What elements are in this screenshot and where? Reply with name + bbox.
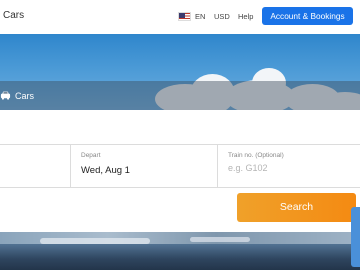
top-navigation-bar: Cars EN USD Help Account & Bookings [0,0,360,34]
nav-link-cars[interactable]: Cars [3,10,24,21]
train-number-field[interactable]: Train no. (Optional) [218,145,360,187]
product-tab-strip: Cars [0,81,360,110]
search-form: Depart Wed, Aug 1 Train no. (Optional) [0,144,360,188]
origin-field[interactable] [0,145,71,187]
language-selector[interactable]: EN [195,12,205,21]
train-number-label: Train no. (Optional) [228,152,284,159]
car-icon [0,91,11,100]
tab-cars[interactable]: Cars [15,91,34,101]
scenic-background-image [0,232,360,270]
feedback-side-tab[interactable] [351,207,360,267]
train-number-input[interactable] [228,163,348,173]
currency-selector[interactable]: USD [214,12,230,21]
help-link[interactable]: Help [238,12,253,21]
depart-date-field[interactable]: Depart Wed, Aug 1 [71,145,218,187]
us-flag-icon[interactable] [178,12,191,21]
coast-highlight [190,237,250,242]
search-button[interactable]: Search [237,193,356,222]
depart-label: Depart [81,152,101,159]
hero-banner: Cars [0,34,360,110]
account-bookings-button[interactable]: Account & Bookings [262,7,353,25]
depart-date-value[interactable]: Wed, Aug 1 [81,165,130,176]
coast-highlight [40,238,150,244]
